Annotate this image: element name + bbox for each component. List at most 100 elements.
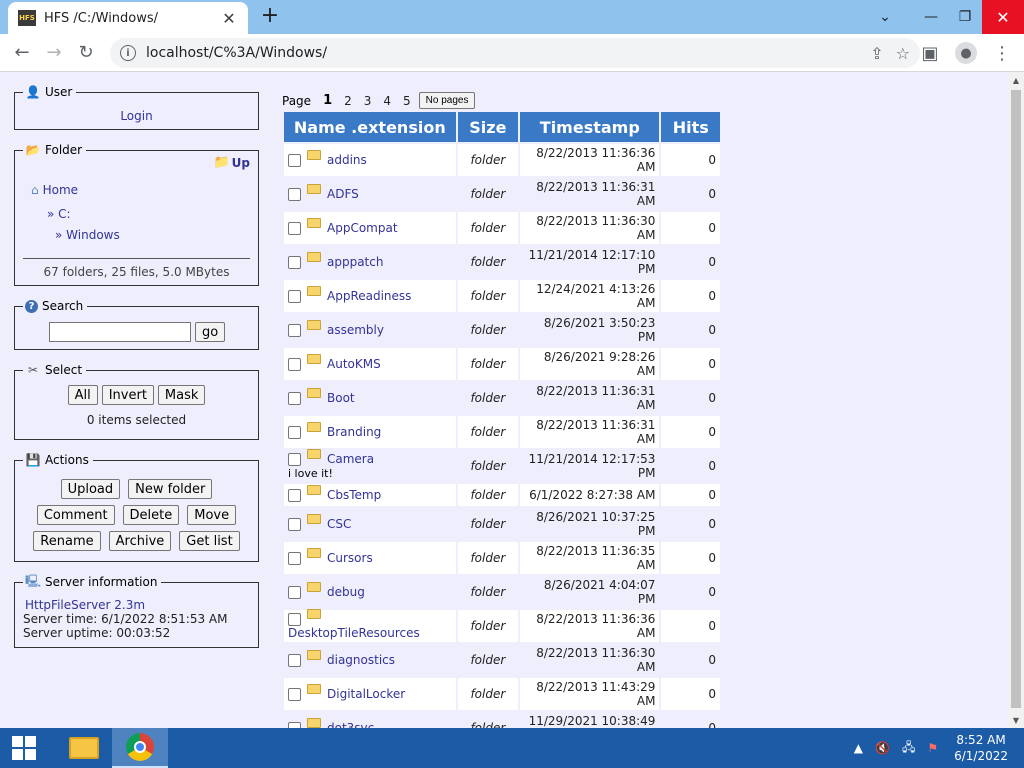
file-link[interactable]: AppReadiness (327, 289, 411, 303)
row-checkbox[interactable] (288, 586, 301, 599)
file-link[interactable]: Branding (327, 425, 381, 439)
file-link[interactable]: addins (327, 153, 367, 167)
name-column-header[interactable]: Name .extension (284, 112, 456, 142)
file-link[interactable]: diagnostics (327, 653, 395, 667)
row-checkbox[interactable] (288, 154, 301, 167)
network-icon[interactable]: 🖧 (902, 738, 915, 759)
move-button[interactable]: Move (187, 505, 237, 525)
start-button[interactable] (0, 728, 48, 768)
restore-button[interactable]: ❐ (948, 0, 982, 34)
close-window-button[interactable]: ✕ (982, 0, 1024, 34)
row-checkbox[interactable] (288, 688, 301, 701)
page-4-link[interactable]: 4 (383, 94, 391, 108)
file-explorer-taskbar-button[interactable] (56, 728, 112, 768)
row-checkbox[interactable] (288, 552, 301, 565)
scroll-up-arrow-icon[interactable]: ▲ (1008, 72, 1024, 88)
page-5-link[interactable]: 5 (403, 94, 411, 108)
search-go-button[interactable]: go (195, 322, 226, 342)
page-2-link[interactable]: 2 (344, 94, 352, 108)
show-hidden-icons-icon[interactable]: ▲ (854, 741, 863, 755)
address-bar[interactable]: i localhost/C%3A/Windows/ ⇪ ☆ (110, 38, 920, 68)
tab-search-icon[interactable]: ⌄ (868, 0, 902, 34)
select-all-button[interactable]: All (67, 385, 98, 405)
crumb-c[interactable]: » C: (47, 207, 71, 221)
row-checkbox[interactable] (288, 290, 301, 303)
taskbar-clock[interactable]: 8:52 AM 6/1/2022 (954, 732, 1008, 764)
forward-button[interactable]: → (38, 37, 70, 69)
comment-button[interactable]: Comment (36, 505, 115, 525)
page-scrollbar[interactable]: ▲ ▼ (1008, 72, 1024, 728)
search-input[interactable] (49, 322, 191, 342)
folder-icon (307, 252, 321, 262)
archive-button[interactable]: Archive (108, 531, 172, 551)
back-button[interactable]: ← (6, 37, 38, 69)
site-info-icon[interactable]: i (120, 45, 136, 61)
timestamp-column-header[interactable]: Timestamp (520, 112, 660, 142)
row-checkbox[interactable] (288, 453, 301, 466)
action-center-flag-icon[interactable]: ⚑ (927, 741, 938, 755)
browser-tab[interactable]: HFS HFS /C:/Windows/ ✕ (8, 2, 248, 34)
volume-muted-icon[interactable]: 🔇 (875, 741, 890, 755)
file-link[interactable]: Camera (327, 452, 374, 466)
hits-column-header[interactable]: Hits (661, 112, 720, 142)
share-icon[interactable]: ⇪ (870, 44, 883, 63)
file-link[interactable]: ADFS (327, 187, 359, 201)
file-link[interactable]: AutoKMS (327, 357, 381, 371)
chrome-taskbar-button[interactable] (112, 728, 168, 768)
row-checkbox[interactable] (288, 324, 301, 337)
page-1-link[interactable]: 1 (323, 93, 332, 108)
profile-button[interactable]: ● (950, 37, 982, 69)
row-checkbox[interactable] (288, 358, 301, 371)
row-checkbox[interactable] (288, 392, 301, 405)
no-pages-button[interactable]: No pages (418, 92, 476, 109)
up-link[interactable]: 📁 Up (213, 155, 250, 170)
file-link[interactable]: CSC (327, 517, 351, 531)
delete-button[interactable]: Delete (122, 505, 180, 525)
bookmark-star-icon[interactable]: ☆ (896, 44, 910, 63)
timestamp-line-2: AM (636, 558, 656, 572)
hfs-version-link[interactable]: HttpFileServer 2.3m (25, 598, 145, 612)
rename-button[interactable]: Rename (33, 531, 101, 551)
login-link[interactable]: Login (120, 109, 152, 123)
row-checkbox[interactable] (288, 613, 301, 626)
tab-close-icon[interactable]: ✕ (220, 9, 238, 28)
page-3-link[interactable]: 3 (364, 94, 372, 108)
table-row: debug folder 8/26/2021 4:04:07 PM 0 (284, 576, 720, 608)
crumb-home[interactable]: Home (43, 183, 78, 197)
reload-button[interactable]: ↻ (70, 37, 102, 69)
hits-cell: 0 (661, 450, 720, 482)
table-row: Boot folder 8/22/2013 11:36:31 AM 0 (284, 382, 720, 414)
get-list-button[interactable]: Get list (179, 531, 240, 551)
crumb-windows[interactable]: » Windows (55, 228, 120, 242)
scroll-down-arrow-icon[interactable]: ▼ (1008, 712, 1024, 728)
new-folder-button[interactable]: New folder (128, 479, 213, 499)
upload-button[interactable]: Upload (60, 479, 121, 499)
size-column-header[interactable]: Size (457, 112, 519, 142)
row-checkbox[interactable] (288, 654, 301, 667)
file-link[interactable]: DigitalLocker (327, 687, 405, 701)
file-link[interactable]: apppatch (327, 255, 383, 269)
file-link[interactable]: assembly (327, 323, 384, 337)
url-text[interactable]: localhost/C%3A/Windows/ (146, 45, 870, 61)
row-checkbox[interactable] (288, 222, 301, 235)
select-invert-button[interactable]: Invert (101, 385, 154, 405)
scroll-thumb[interactable] (1011, 90, 1021, 708)
row-checkbox[interactable] (288, 188, 301, 201)
minimize-button[interactable]: — (914, 0, 948, 34)
side-panel-icon[interactable]: ▣ (914, 37, 946, 69)
file-link[interactable]: Cursors (327, 551, 373, 565)
file-link[interactable]: DesktopTileResources (288, 626, 420, 640)
file-link[interactable]: Boot (327, 391, 355, 405)
row-checkbox[interactable] (288, 518, 301, 531)
new-tab-button[interactable]: + (258, 5, 282, 29)
row-checkbox[interactable] (288, 256, 301, 269)
folder-icon (307, 718, 321, 728)
file-link[interactable]: AppCompat (327, 221, 398, 235)
file-link[interactable]: debug (327, 585, 365, 599)
menu-kebab-icon[interactable]: ⋮ (986, 37, 1018, 69)
timestamp-cell: 8/22/2013 11:36:36 AM (520, 610, 660, 642)
select-mask-button[interactable]: Mask (157, 385, 206, 405)
row-checkbox[interactable] (288, 426, 301, 439)
file-link[interactable]: CbsTemp (327, 488, 381, 502)
row-checkbox[interactable] (288, 489, 301, 502)
